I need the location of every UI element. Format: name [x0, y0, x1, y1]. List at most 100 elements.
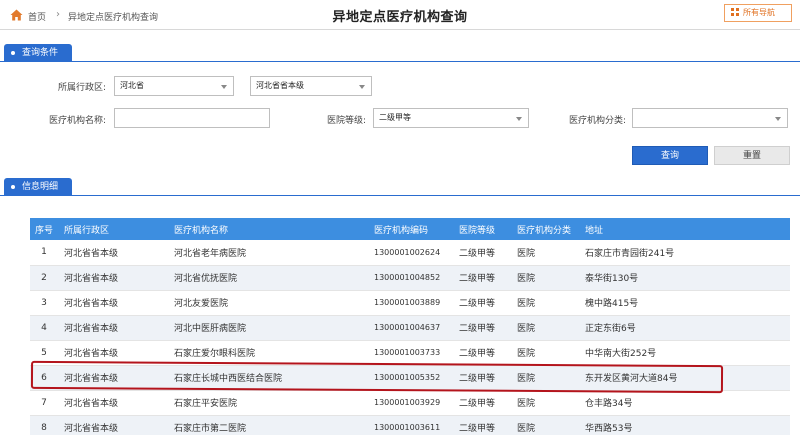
- grid-icon: [731, 8, 739, 16]
- table-row[interactable]: 1 河北省省本级 河北省老年病医院 1300001002624 二级甲等 医院 …: [30, 240, 790, 266]
- cell-code: 1300001004852: [368, 265, 453, 291]
- cell-region: 河北省省本级: [58, 265, 168, 291]
- cell-region: 河北省省本级: [58, 340, 168, 366]
- cell-category: 医院: [511, 290, 579, 316]
- cell-code: 1300001005352: [368, 365, 453, 391]
- province-select[interactable]: 河北省: [114, 76, 234, 96]
- query-section-tab: 查询条件: [4, 44, 72, 62]
- cell-region: 河北省省本级: [58, 365, 168, 391]
- column-header-name[interactable]: 医疗机构名称: [168, 218, 368, 240]
- city-select[interactable]: 河北省省本级: [250, 76, 372, 96]
- bullet-icon: [11, 51, 15, 55]
- cell-name: 石家庄长城中西医结合医院: [168, 365, 368, 391]
- org-name-label: 医疗机构名称:: [48, 116, 106, 126]
- cell-no: 8: [30, 415, 58, 435]
- table-row[interactable]: 4 河北省省本级 河北中医肝病医院 1300001004637 二级甲等 医院 …: [30, 315, 790, 341]
- city-select-value: 河北省省本级: [256, 81, 304, 90]
- chevron-down-icon: [221, 85, 227, 89]
- hospital-level-select[interactable]: 二级甲等: [373, 108, 529, 128]
- cell-category: 医院: [511, 315, 579, 341]
- cell-level: 二级甲等: [453, 315, 511, 341]
- cell-no: 6: [30, 365, 58, 391]
- chevron-down-icon: [775, 117, 781, 121]
- cell-level: 二级甲等: [453, 290, 511, 316]
- table-row[interactable]: 2 河北省省本级 河北省优抚医院 1300001004852 二级甲等 医院 泰…: [30, 265, 790, 291]
- table-row[interactable]: 8 河北省省本级 石家庄市第二医院 1300001003611 二级甲等 医院 …: [30, 415, 790, 435]
- cell-code: 1300001003611: [368, 415, 453, 435]
- cell-category: 医院: [511, 415, 579, 435]
- column-header-no[interactable]: 序号: [30, 218, 58, 240]
- cell-level: 二级甲等: [453, 390, 511, 416]
- cell-no: 4: [30, 315, 58, 341]
- cell-region: 河北省省本级: [58, 240, 168, 266]
- cell-address: 石家庄市青园街241号: [579, 240, 790, 266]
- column-header-code[interactable]: 医疗机构编码: [368, 218, 453, 240]
- table-header-row: 序号 所属行政区 医疗机构名称 医疗机构编码 医院等级 医疗机构分类 地址: [30, 218, 790, 240]
- cell-level: 二级甲等: [453, 240, 511, 266]
- all-navigation-label: 所有导航: [743, 8, 775, 17]
- cell-no: 7: [30, 390, 58, 416]
- bullet-icon: [11, 185, 15, 189]
- column-header-level[interactable]: 医院等级: [453, 218, 511, 240]
- cell-name: 石家庄爱尔眼科医院: [168, 340, 368, 366]
- cell-address: 正定东街6号: [579, 315, 790, 341]
- cell-address: 东开发区黄河大道84号: [579, 365, 790, 391]
- results-table: 序号 所属行政区 医疗机构名称 医疗机构编码 医院等级 医疗机构分类 地址 1 …: [30, 218, 790, 435]
- region-label: 所属行政区:: [57, 83, 106, 93]
- detail-section-title: 信息明细: [22, 182, 59, 192]
- cell-category: 医院: [511, 365, 579, 391]
- cell-code: 1300001004637: [368, 315, 453, 341]
- cell-level: 二级甲等: [453, 340, 511, 366]
- top-bar: 首页 › 异地定点医疗机构查询 异地定点医疗机构查询 所有导航: [0, 0, 800, 30]
- cell-code: 1300001003929: [368, 390, 453, 416]
- query-section-header: 查询条件: [0, 44, 800, 62]
- province-select-value: 河北省: [120, 81, 144, 90]
- cell-region: 河北省省本级: [58, 290, 168, 316]
- cell-category: 医院: [511, 240, 579, 266]
- cell-address: 槐中路415号: [579, 290, 790, 316]
- cell-no: 5: [30, 340, 58, 366]
- cell-name: 河北友爱医院: [168, 290, 368, 316]
- cell-code: 1300001002624: [368, 240, 453, 266]
- query-button[interactable]: 查询: [632, 146, 708, 165]
- cell-category: 医院: [511, 265, 579, 291]
- cell-name: 河北省老年病医院: [168, 240, 368, 266]
- cell-region: 河北省省本级: [58, 415, 168, 435]
- cell-region: 河北省省本级: [58, 315, 168, 341]
- cell-address: 泰华街130号: [579, 265, 790, 291]
- cell-name: 石家庄平安医院: [168, 390, 368, 416]
- cell-no: 3: [30, 290, 58, 316]
- column-header-region[interactable]: 所属行政区: [58, 218, 168, 240]
- cell-name: 河北省优抚医院: [168, 265, 368, 291]
- org-category-label: 医疗机构分类:: [568, 116, 626, 126]
- hospital-level-value: 二级甲等: [379, 113, 411, 122]
- query-section-title: 查询条件: [22, 48, 59, 58]
- cell-no: 1: [30, 240, 58, 266]
- cell-level: 二级甲等: [453, 265, 511, 291]
- cell-level: 二级甲等: [453, 415, 511, 435]
- detail-section-header: 信息明细: [0, 178, 800, 196]
- cell-code: 1300001003889: [368, 290, 453, 316]
- table-row[interactable]: 5 河北省省本级 石家庄爱尔眼科医院 1300001003733 二级甲等 医院…: [30, 340, 790, 366]
- org-category-select[interactable]: [632, 108, 788, 128]
- cell-category: 医院: [511, 340, 579, 366]
- page-title: 异地定点医疗机构查询: [332, 10, 468, 25]
- cell-level: 二级甲等: [453, 365, 511, 391]
- reset-button[interactable]: 重置: [714, 146, 790, 165]
- table-row[interactable]: 3 河北省省本级 河北友爱医院 1300001003889 二级甲等 医院 槐中…: [30, 290, 790, 316]
- table-row[interactable]: 6 河北省省本级 石家庄长城中西医结合医院 1300001005352 二级甲等…: [30, 365, 790, 391]
- cell-address: 华西路53号: [579, 415, 790, 435]
- org-name-input[interactable]: [114, 108, 270, 128]
- cell-address: 仓丰路34号: [579, 390, 790, 416]
- cell-region: 河北省省本级: [58, 390, 168, 416]
- chevron-down-icon: [359, 85, 365, 89]
- all-navigation-button[interactable]: 所有导航: [724, 4, 792, 22]
- cell-code: 1300001003733: [368, 340, 453, 366]
- table-row[interactable]: 7 河北省省本级 石家庄平安医院 1300001003929 二级甲等 医院 仓…: [30, 390, 790, 416]
- cell-name: 河北中医肝病医院: [168, 315, 368, 341]
- chevron-down-icon: [516, 117, 522, 121]
- cell-no: 2: [30, 265, 58, 291]
- column-header-category[interactable]: 医疗机构分类: [511, 218, 579, 240]
- cell-name: 石家庄市第二医院: [168, 415, 368, 435]
- column-header-address[interactable]: 地址: [579, 218, 790, 240]
